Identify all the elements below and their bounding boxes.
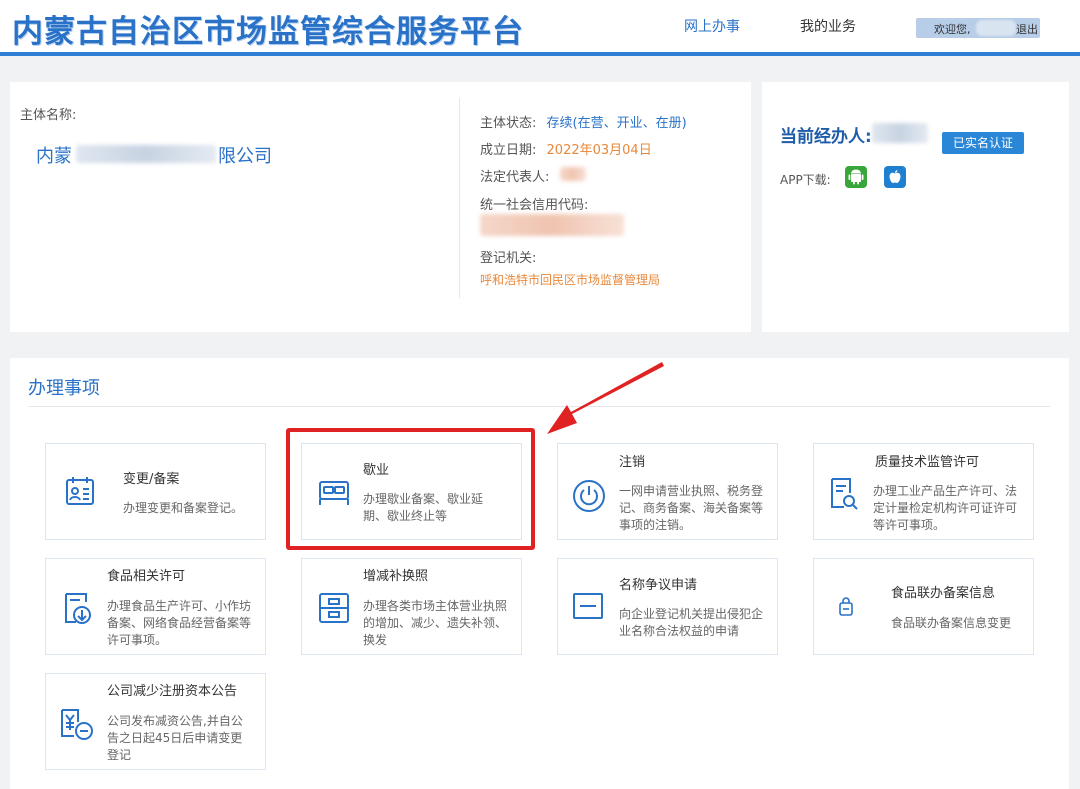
card-title: 变更/备案 <box>123 472 180 487</box>
service-card-food-joint-record[interactable]: 食品联办备案信息 食品联办备案信息变更 <box>813 558 1034 655</box>
status-label: 主体状态: <box>480 116 537 131</box>
founded-label: 成立日期: <box>480 143 537 158</box>
download-document-icon <box>61 591 95 631</box>
license-icon <box>317 591 351 629</box>
company-name-prefix: 内蒙 <box>36 146 72 167</box>
card-desc: 办理歇业备案、歇业延期、歇业终止等 <box>363 492 484 523</box>
service-card-change-record[interactable]: 变更/备案 办理变更和备案登记。 <box>45 443 266 540</box>
document-search-icon <box>827 476 861 516</box>
service-card-name-dispute[interactable]: 名称争议申请 向企业登记机关提出侵犯企业名称合法权益的申请 <box>557 558 778 655</box>
card-desc: 一网申请营业执照、税务登记、商务备案、海关备案等事项的注销。 <box>619 484 764 532</box>
card-title: 歇业 <box>363 463 390 478</box>
entity-name-label: 主体名称: <box>20 108 77 123</box>
calendar-icon <box>63 474 97 512</box>
company-name-suffix: 限公司 <box>218 146 272 167</box>
user-box: 欢迎您, 退出 <box>916 18 1040 38</box>
card-desc: 办理工业产品生产许可、法定计量检定机构许可证许可等许可事项。 <box>873 484 1018 532</box>
apple-icon[interactable] <box>884 166 906 188</box>
card-title: 公司减少注册资本公告 <box>107 684 238 699</box>
services-title: 办理事项 <box>28 378 100 399</box>
card-desc: 向企业登记机关提出侵犯企业名称合法权益的申请 <box>619 607 764 638</box>
credit-code-redacted <box>480 214 624 236</box>
welcome-text: 欢迎您, <box>934 23 971 36</box>
bed-icon <box>317 478 351 512</box>
card-desc: 办理各类市场主体营业执照的增加、减少、遗失补领、换发 <box>363 599 508 647</box>
status-row: 主体状态: 存续(在营、开业、在册) <box>480 112 687 131</box>
logout-link[interactable]: 退出 <box>1016 21 1038 37</box>
card-title: 质量技术监管许可 <box>875 455 980 470</box>
founded-value: 2022年03月04日 <box>546 143 652 158</box>
card-desc: 办理变更和备案登记。 <box>123 501 244 515</box>
agent-panel <box>762 82 1069 332</box>
card-title: 增减补换照 <box>363 569 429 584</box>
verified-badge: 已实名认证 <box>942 132 1024 154</box>
legal-rep-redacted <box>560 167 586 181</box>
services-divider <box>28 406 1050 407</box>
service-card-cancellation[interactable]: 注销 一网申请营业执照、税务登记、商务备案、海关备案等事项的注销。 <box>557 443 778 540</box>
company-name-redacted <box>76 145 216 163</box>
yuan-minus-icon <box>59 706 95 746</box>
card-title: 注销 <box>619 455 646 470</box>
site-title: 内蒙古自治区市场监管综合服务平台 <box>12 14 524 50</box>
legal-rep-label: 法定代表人: <box>480 170 550 185</box>
card-desc: 食品联办备案信息变更 <box>891 616 1012 630</box>
service-card-quality-permit[interactable]: 质量技术监管许可 办理工业产品生产许可、法定计量检定机构许可证许可等许可事项。 <box>813 443 1034 540</box>
android-icon[interactable] <box>845 166 867 188</box>
agent-title: 当前经办人: <box>780 127 872 147</box>
card-title: 名称争议申请 <box>619 578 698 593</box>
card-title: 食品联办备案信息 <box>891 586 996 601</box>
service-card-food-permit[interactable]: 食品相关许可 办理食品生产许可、小作坊备案、网络食品经营备案等许可事项。 <box>45 558 266 655</box>
service-card-capital-reduction[interactable]: 公司减少注册资本公告 公司发布减资公告,并自公告之日起45日后申请变更登记 <box>45 673 266 770</box>
divider <box>459 98 460 298</box>
company-name: 内蒙 <box>36 142 72 168</box>
authority-value: 呼和浩特市回民区市场监督管理局 <box>480 273 661 287</box>
window-icon <box>571 591 605 625</box>
nav-online-service[interactable]: 网上办事 <box>684 16 740 36</box>
founded-row: 成立日期: 2022年03月04日 <box>480 139 652 158</box>
nav-my-business[interactable]: 我的业务 <box>800 16 856 36</box>
card-title: 食品相关许可 <box>107 569 186 584</box>
card-desc: 办理食品生产许可、小作坊备案、网络食品经营备案等许可事项。 <box>107 599 252 647</box>
username-redacted <box>976 20 1016 36</box>
card-desc: 公司发布减资公告,并自公告之日起45日后申请变更登记 <box>107 714 243 762</box>
agent-name-redacted <box>872 123 928 143</box>
app-download-label: APP下载: <box>780 173 831 187</box>
header: 内蒙古自治区市场监管综合服务平台 网上办事 我的业务 欢迎您, 退出 <box>0 0 1080 56</box>
service-card-license-change[interactable]: 增减补换照 办理各类市场主体营业执照的增加、减少、遗失补领、换发 <box>301 558 522 655</box>
service-card-suspension[interactable]: 歇业 办理歇业备案、歇业延期、歇业终止等 <box>301 443 522 540</box>
status-value: 存续(在营、开业、在册) <box>546 116 687 131</box>
credit-code-label: 统一社会信用代码: <box>480 198 589 213</box>
lock-icon <box>834 595 858 623</box>
power-icon <box>571 478 607 518</box>
authority-label: 登记机关: <box>480 251 537 266</box>
